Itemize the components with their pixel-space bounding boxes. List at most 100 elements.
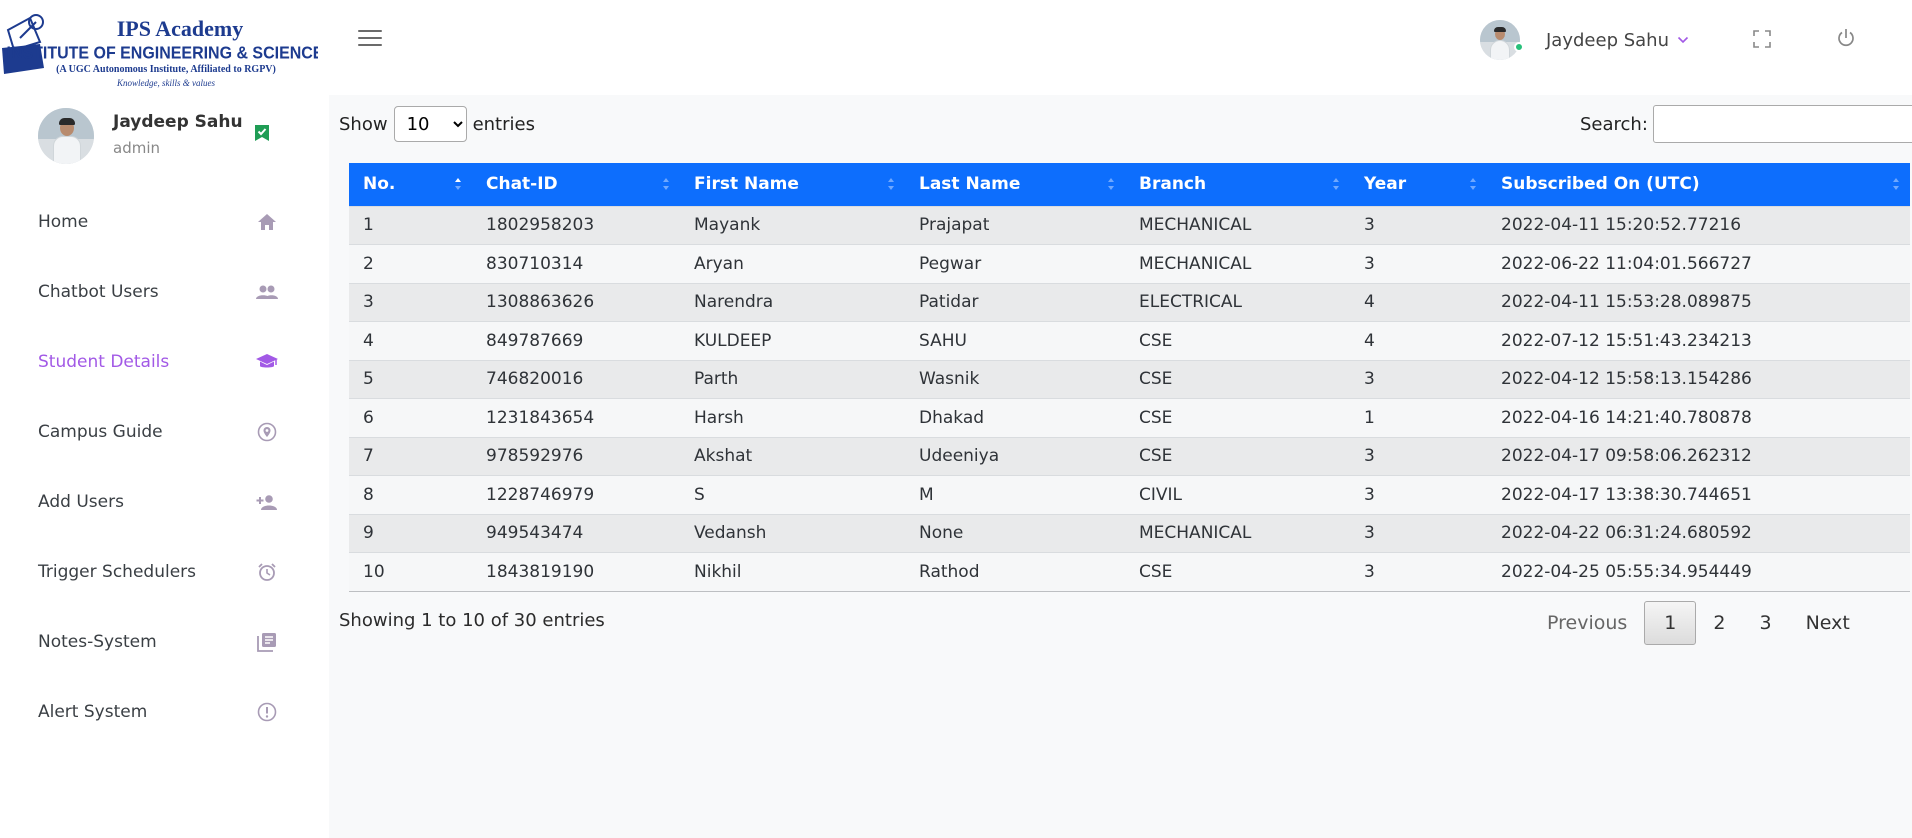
cell-subscribed-on: 2022-06-22 11:04:01.566727 <box>1487 244 1910 283</box>
sort-icon <box>888 178 894 190</box>
cell-chat-id: 849787669 <box>472 321 680 360</box>
brand-motto: Knowledge, skills & values <box>116 78 215 88</box>
search-input[interactable] <box>1652 105 1912 143</box>
cell-no: 6 <box>349 398 472 437</box>
sort-icon <box>1470 178 1476 190</box>
fullscreen-icon[interactable] <box>1753 30 1771 48</box>
entries-label: entries <box>472 113 535 135</box>
column-header-year[interactable]: Year <box>1350 163 1487 206</box>
column-header-subscribed-on[interactable]: Subscribed On (UTC) <box>1487 163 1910 206</box>
sidebar-item-campus-guide[interactable]: Campus Guide <box>38 412 278 452</box>
sidebar-item-add-users[interactable]: Add Users <box>38 482 278 522</box>
pagination: Previous 1 2 3 Next <box>1530 600 1867 646</box>
column-header-first-name[interactable]: First Name <box>680 163 905 206</box>
cell-year: 3 <box>1350 244 1487 283</box>
sidebar-item-label: Notes-System <box>38 632 157 652</box>
cell-first-name: Harsh <box>680 398 905 437</box>
cell-last-name: M <box>905 475 1125 514</box>
cell-last-name: SAHU <box>905 321 1125 360</box>
user-menu[interactable]: Jaydeep Sahu <box>1480 20 1689 60</box>
chevron-down-icon <box>1677 36 1689 44</box>
cell-branch: MECHANICAL <box>1125 513 1350 553</box>
sidebar-item-label: Campus Guide <box>38 422 163 442</box>
alert-circle-icon <box>256 701 278 723</box>
cell-year: 3 <box>1350 436 1487 476</box>
table-row: 8 1228746979 S M CIVIL 3 2022-04-17 13:3… <box>349 475 1910 514</box>
column-header-label: Chat-ID <box>486 174 558 195</box>
sidebar-item-label: Chatbot Users <box>38 282 159 302</box>
profile-role: admin <box>113 139 160 157</box>
students-table: No. Chat-ID First Name Last Name Branch … <box>349 163 1910 592</box>
cell-first-name: KULDEEP <box>680 321 905 360</box>
column-header-chat-id[interactable]: Chat-ID <box>472 163 680 206</box>
sidebar-item-label: Trigger Schedulers <box>38 562 196 582</box>
avatar[interactable] <box>38 108 94 164</box>
column-header-label: Subscribed On (UTC) <box>1501 174 1700 195</box>
cell-chat-id: 1308863626 <box>472 282 680 322</box>
cell-first-name: Parth <box>680 359 905 399</box>
cell-chat-id: 949543474 <box>472 513 680 553</box>
sort-icon <box>1333 178 1339 190</box>
cell-first-name: Akshat <box>680 436 905 476</box>
column-header-label: No. <box>363 174 396 195</box>
sort-icon <box>455 178 461 190</box>
table-header-row: No. Chat-ID First Name Last Name Branch … <box>349 163 1910 206</box>
cell-subscribed-on: 2022-04-22 06:31:24.680592 <box>1487 513 1910 553</box>
cell-last-name: Pegwar <box>905 244 1125 283</box>
cell-no: 2 <box>349 244 472 283</box>
cell-branch: CSE <box>1125 398 1350 437</box>
cell-branch: ELECTRICAL <box>1125 282 1350 322</box>
institute-logo[interactable]: IPS Academy INSTITUTE OF ENGINEERING & S… <box>0 8 318 92</box>
menu-toggle-icon[interactable] <box>358 30 382 50</box>
top-user-name: Jaydeep Sahu <box>1546 29 1669 51</box>
sidebar-item-student-details[interactable]: Student Details <box>38 342 278 382</box>
previous-button[interactable]: Previous <box>1530 601 1644 645</box>
column-header-last-name[interactable]: Last Name <box>905 163 1125 206</box>
avatar <box>1480 20 1520 60</box>
location-pin-icon <box>256 421 278 443</box>
search-label: Search: <box>1580 113 1648 135</box>
page-length-select[interactable]: 10 <box>393 106 467 142</box>
column-header-no[interactable]: No. <box>349 163 472 206</box>
cell-last-name: Patidar <box>905 282 1125 322</box>
sidebar-item-label: Alert System <box>38 702 148 722</box>
cell-chat-id: 746820016 <box>472 359 680 399</box>
alarm-clock-icon <box>256 561 278 583</box>
verified-badge-icon <box>255 125 269 141</box>
table-row: 5 746820016 Parth Wasnik CSE 3 2022-04-1… <box>349 359 1910 399</box>
cell-branch: CSE <box>1125 359 1350 399</box>
power-icon[interactable] <box>1836 28 1856 48</box>
table-row: 7 978592976 Akshat Udeeniya CSE 3 2022-0… <box>349 436 1910 476</box>
column-header-branch[interactable]: Branch <box>1125 163 1350 206</box>
home-icon <box>256 211 278 233</box>
next-button[interactable]: Next <box>1789 601 1867 645</box>
cell-last-name: Dhakad <box>905 398 1125 437</box>
table-row: 3 1308863626 Narendra Patidar ELECTRICAL… <box>349 282 1910 322</box>
cell-no: 3 <box>349 282 472 322</box>
table-row: 6 1231843654 Harsh Dhakad CSE 1 2022-04-… <box>349 398 1910 437</box>
sidebar-item-home[interactable]: Home <box>38 202 278 242</box>
table-info: Showing 1 to 10 of 30 entries <box>339 610 605 631</box>
cell-chat-id: 1231843654 <box>472 398 680 437</box>
table-row: 2 830710314 Aryan Pegwar MECHANICAL 3 20… <box>349 244 1910 283</box>
add-user-icon <box>256 491 278 513</box>
cell-branch: MECHANICAL <box>1125 205 1350 245</box>
cell-first-name: Narendra <box>680 282 905 322</box>
sidebar-item-trigger-schedulers[interactable]: Trigger Schedulers <box>38 552 278 592</box>
cell-branch: MECHANICAL <box>1125 244 1350 283</box>
cell-branch: CSE <box>1125 552 1350 592</box>
sidebar-item-chatbot-users[interactable]: Chatbot Users <box>38 272 278 312</box>
column-header-label: Last Name <box>919 174 1021 195</box>
page-button-1[interactable]: 1 <box>1644 601 1697 645</box>
cell-subscribed-on: 2022-04-25 05:55:34.954449 <box>1487 552 1910 592</box>
page-button-2[interactable]: 2 <box>1696 601 1742 645</box>
table-row: 10 1843819190 Nikhil Rathod CSE 3 2022-0… <box>349 552 1910 592</box>
page-button-3[interactable]: 3 <box>1742 601 1788 645</box>
cell-subscribed-on: 2022-04-16 14:21:40.780878 <box>1487 398 1910 437</box>
table-row: 9 949543474 Vedansh None MECHANICAL 3 20… <box>349 513 1910 553</box>
sidebar-item-notes-system[interactable]: Notes-System <box>38 622 278 662</box>
sidebar-item-alert-system[interactable]: Alert System <box>38 692 278 732</box>
cell-chat-id: 1843819190 <box>472 552 680 592</box>
cell-year: 3 <box>1350 513 1487 553</box>
cell-first-name: S <box>680 475 905 514</box>
